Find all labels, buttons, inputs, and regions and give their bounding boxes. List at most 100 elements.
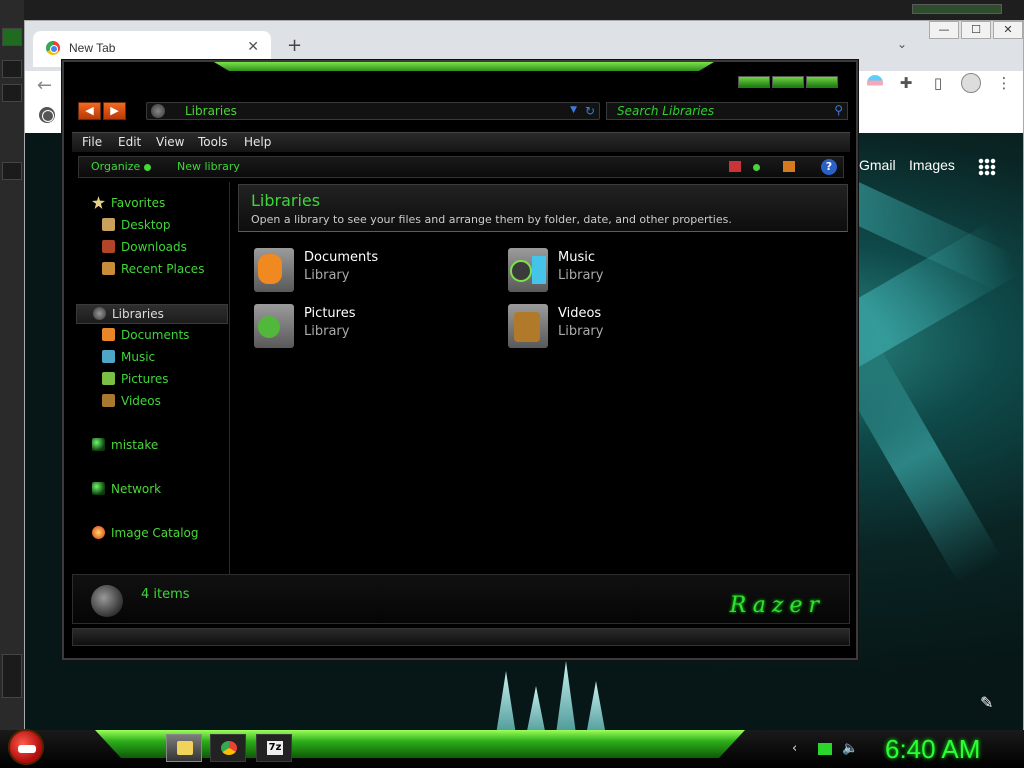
razer-logo: Razer bbox=[729, 593, 825, 618]
taskbar-7zip[interactable]: 7z bbox=[256, 734, 292, 762]
gmail-link[interactable]: Gmail bbox=[859, 157, 896, 173]
nav-libraries-label: Libraries bbox=[112, 307, 164, 321]
side-panel-icon[interactable]: ▯ bbox=[929, 74, 947, 92]
background-window-fragment bbox=[2, 60, 22, 78]
menu-tools[interactable]: Tools bbox=[198, 135, 228, 149]
documents-icon bbox=[102, 328, 115, 341]
nav-network-label: Network bbox=[111, 482, 162, 496]
desktop-icon bbox=[102, 218, 115, 231]
nav-documents[interactable]: Documents bbox=[102, 328, 189, 342]
folder-icon bbox=[177, 741, 193, 755]
preview-pane-icon[interactable] bbox=[783, 161, 795, 172]
titlebar-glow bbox=[214, 62, 714, 71]
address-bar[interactable]: Libraries ▼ ↻ bbox=[146, 102, 600, 120]
globe-icon[interactable] bbox=[39, 107, 55, 123]
nav-network[interactable]: Network bbox=[92, 482, 161, 496]
wallpaper-tooth bbox=[525, 686, 547, 731]
nav-libraries[interactable]: Libraries bbox=[76, 304, 228, 324]
library-videos[interactable]: Videos Library bbox=[508, 304, 748, 354]
library-type: Library bbox=[304, 268, 350, 283]
videos-library-icon bbox=[508, 304, 548, 348]
nav-favorites[interactable]: Favorites bbox=[92, 196, 165, 210]
volume-icon[interactable]: 🔈 bbox=[842, 741, 858, 756]
images-link[interactable]: Images bbox=[909, 157, 955, 173]
puzzle-icon[interactable]: ✚ bbox=[897, 74, 915, 92]
nav-desktop[interactable]: Desktop bbox=[102, 218, 171, 232]
nav-documents-label: Documents bbox=[121, 328, 190, 342]
nav-videos[interactable]: Videos bbox=[102, 394, 161, 408]
organize-label: Organize bbox=[91, 160, 141, 173]
nav-videos-label: Videos bbox=[121, 394, 161, 408]
apps-grid-icon[interactable] bbox=[978, 158, 996, 176]
view-dropdown-icon[interactable] bbox=[753, 164, 760, 171]
back-arrow-icon[interactable]: ← bbox=[37, 75, 52, 96]
menu-icon[interactable]: ⋮ bbox=[995, 74, 1013, 92]
help-icon[interactable]: ? bbox=[821, 159, 837, 175]
nav-music-label: Music bbox=[121, 350, 156, 364]
nav-pictures-label: Pictures bbox=[121, 372, 169, 386]
7zip-icon: 7z bbox=[267, 741, 283, 755]
customize-edit-icon[interactable]: ✎ bbox=[980, 693, 993, 712]
explorer-minimize-button[interactable] bbox=[738, 76, 770, 88]
window-bottom-strip bbox=[72, 628, 850, 646]
nav-homegroup[interactable]: mistake bbox=[92, 438, 158, 452]
music-library-icon bbox=[508, 248, 548, 292]
menu-help[interactable]: Help bbox=[244, 135, 271, 149]
nav-image-catalog[interactable]: Image Catalog bbox=[92, 526, 198, 540]
nav-recent-places[interactable]: Recent Places bbox=[102, 262, 204, 276]
nav-music[interactable]: Music bbox=[102, 350, 155, 364]
start-button[interactable] bbox=[8, 729, 44, 765]
back-button[interactable]: ◀ bbox=[78, 102, 101, 120]
image-catalog-icon bbox=[92, 526, 105, 539]
nav-downloads[interactable]: Downloads bbox=[102, 240, 187, 254]
menu-edit[interactable]: Edit bbox=[118, 135, 141, 149]
minimize-button[interactable]: — bbox=[929, 21, 959, 39]
star-icon bbox=[92, 196, 105, 209]
organize-button[interactable]: Organize bbox=[91, 160, 152, 173]
library-documents[interactable]: Documents Library bbox=[254, 248, 494, 298]
library-name: Music bbox=[558, 250, 595, 265]
new-tab-button[interactable]: + bbox=[287, 35, 302, 56]
nav-pictures[interactable]: Pictures bbox=[102, 372, 169, 386]
search-icon[interactable]: ⚲ bbox=[834, 103, 843, 117]
status-bar: 4 items Razer bbox=[72, 574, 850, 624]
recent-places-icon bbox=[102, 262, 115, 275]
network-tray-icon[interactable] bbox=[818, 743, 832, 755]
profile-icon[interactable] bbox=[961, 73, 981, 93]
desktop-topbar bbox=[0, 0, 1024, 20]
close-button[interactable]: ✕ bbox=[993, 21, 1023, 39]
tab-close-icon[interactable]: ✕ bbox=[247, 39, 259, 55]
refresh-icon[interactable]: ↻ bbox=[585, 104, 595, 118]
new-library-button[interactable]: New library bbox=[177, 160, 240, 173]
chevron-down-icon[interactable]: ▼ bbox=[570, 105, 577, 115]
library-pictures[interactable]: Pictures Library bbox=[254, 304, 494, 354]
nav-homegroup-label: mistake bbox=[111, 438, 159, 452]
tab-search-chevron-icon[interactable]: ⌄ bbox=[897, 37, 907, 51]
explorer-maximize-button[interactable] bbox=[772, 76, 804, 88]
taskbar-explorer[interactable] bbox=[166, 734, 202, 762]
explorer-window: ◀ ▶ Libraries ▼ ↻ Search Libraries ⚲ Fil… bbox=[62, 60, 858, 660]
search-input[interactable]: Search Libraries ⚲ bbox=[606, 102, 848, 120]
search-placeholder: Search Libraries bbox=[617, 104, 715, 118]
forward-button[interactable]: ▶ bbox=[103, 102, 126, 120]
dropdown-dot-icon bbox=[144, 163, 152, 171]
libraries-icon bbox=[151, 104, 165, 118]
library-type: Library bbox=[304, 324, 350, 339]
maximize-button[interactable]: ☐ bbox=[961, 21, 991, 39]
wallpaper-tooth bbox=[585, 681, 607, 731]
library-music[interactable]: Music Library bbox=[508, 248, 748, 298]
explorer-close-button[interactable] bbox=[806, 76, 838, 88]
wallpaper-tooth bbox=[555, 661, 577, 731]
menu-view[interactable]: View bbox=[156, 135, 184, 149]
clock[interactable]: 6:40 AM bbox=[885, 734, 980, 765]
tray-chevron-icon[interactable]: ‹ bbox=[792, 741, 797, 756]
taskbar-chrome[interactable] bbox=[210, 734, 246, 762]
page-subtitle: Open a library to see your files and arr… bbox=[251, 213, 732, 226]
library-name: Pictures bbox=[304, 306, 356, 321]
library-name: Videos bbox=[558, 306, 602, 321]
chrome-favicon-icon bbox=[46, 41, 60, 55]
menu-file[interactable]: File bbox=[82, 135, 102, 149]
view-options-icon[interactable] bbox=[729, 161, 741, 172]
extension-flag-icon[interactable] bbox=[867, 75, 883, 91]
chrome-action-icons: ✚ ▯ ⋮ bbox=[867, 73, 1013, 93]
